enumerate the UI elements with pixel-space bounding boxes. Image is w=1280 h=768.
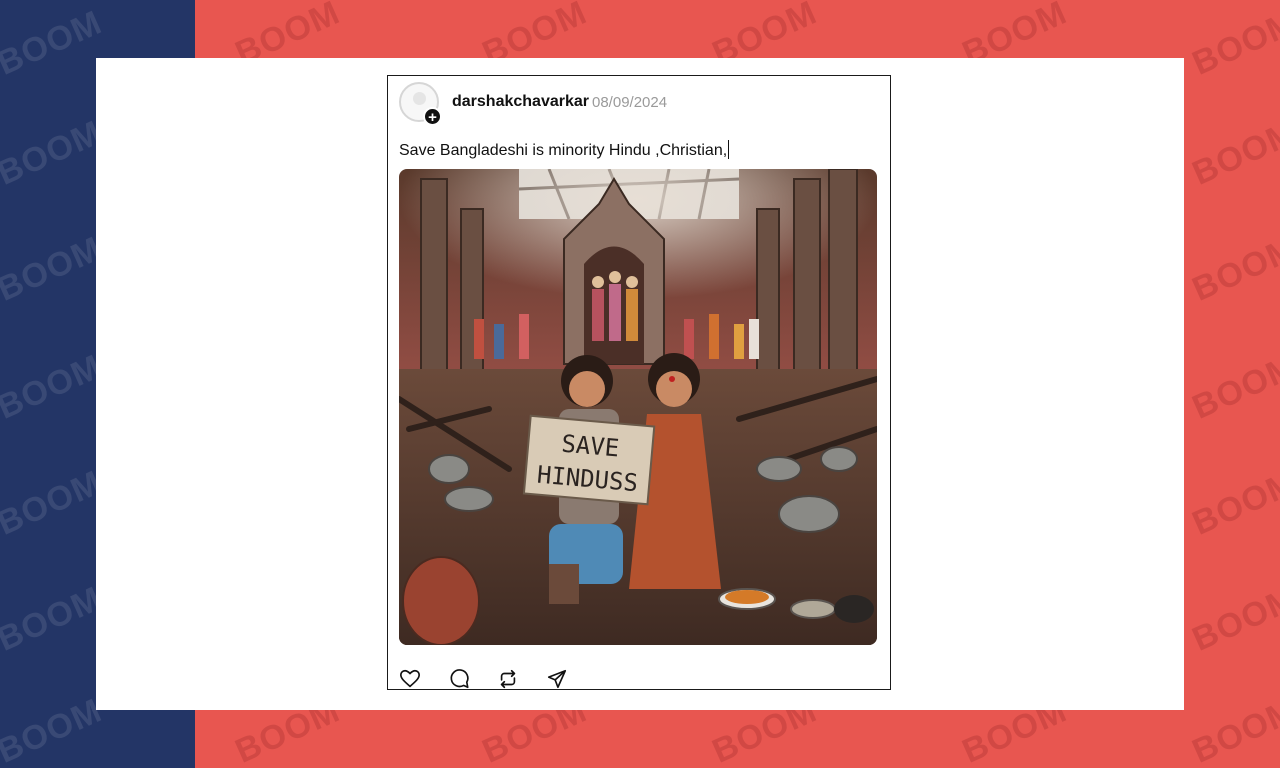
boom-watermark: BOOM bbox=[1186, 229, 1280, 309]
post-date: 08/09/2024 bbox=[592, 94, 668, 111]
social-post-card: + darshakchavarkar 08/09/2024 Save Bangl… bbox=[387, 75, 891, 690]
boom-watermark: BOOM bbox=[0, 3, 108, 83]
text-cursor bbox=[728, 140, 730, 159]
boom-watermark: BOOM bbox=[0, 691, 108, 768]
heart-icon bbox=[400, 669, 420, 688]
share-icon bbox=[547, 669, 567, 689]
boom-watermark: BOOM bbox=[1186, 347, 1280, 427]
post-username[interactable]: darshakchavarkar bbox=[452, 93, 589, 111]
comment-button[interactable] bbox=[448, 668, 470, 690]
boom-watermark: BOOM bbox=[1186, 113, 1280, 193]
avatar-placeholder-icon bbox=[413, 92, 426, 105]
repost-icon bbox=[500, 669, 516, 689]
boom-watermark: BOOM bbox=[0, 463, 108, 543]
boom-watermark: BOOM bbox=[0, 579, 108, 659]
boom-watermark: BOOM bbox=[0, 229, 108, 309]
post-caption: Save Bangladeshi is minority Hindu ,Chri… bbox=[399, 140, 730, 160]
boom-watermark: BOOM bbox=[1186, 579, 1280, 659]
boom-watermark: BOOM bbox=[1186, 691, 1280, 768]
post-caption-text: Save Bangladeshi is minority Hindu ,Chri… bbox=[399, 142, 728, 159]
temple-ruins-illustration: SAVE HINDUSS bbox=[399, 169, 877, 645]
share-button[interactable] bbox=[546, 668, 568, 690]
post-image[interactable]: SAVE HINDUSS bbox=[399, 169, 877, 645]
avatar[interactable]: + bbox=[399, 82, 442, 126]
boom-watermark: BOOM bbox=[0, 347, 108, 427]
sign-text-line1: SAVE bbox=[560, 430, 620, 463]
boom-watermark: BOOM bbox=[1186, 463, 1280, 543]
repost-button[interactable] bbox=[497, 668, 519, 690]
comment-icon bbox=[450, 669, 469, 689]
boom-watermark: BOOM bbox=[0, 113, 108, 193]
boom-watermark: BOOM bbox=[1186, 3, 1280, 83]
follow-plus-icon[interactable]: + bbox=[423, 107, 442, 126]
like-button[interactable] bbox=[399, 668, 421, 690]
